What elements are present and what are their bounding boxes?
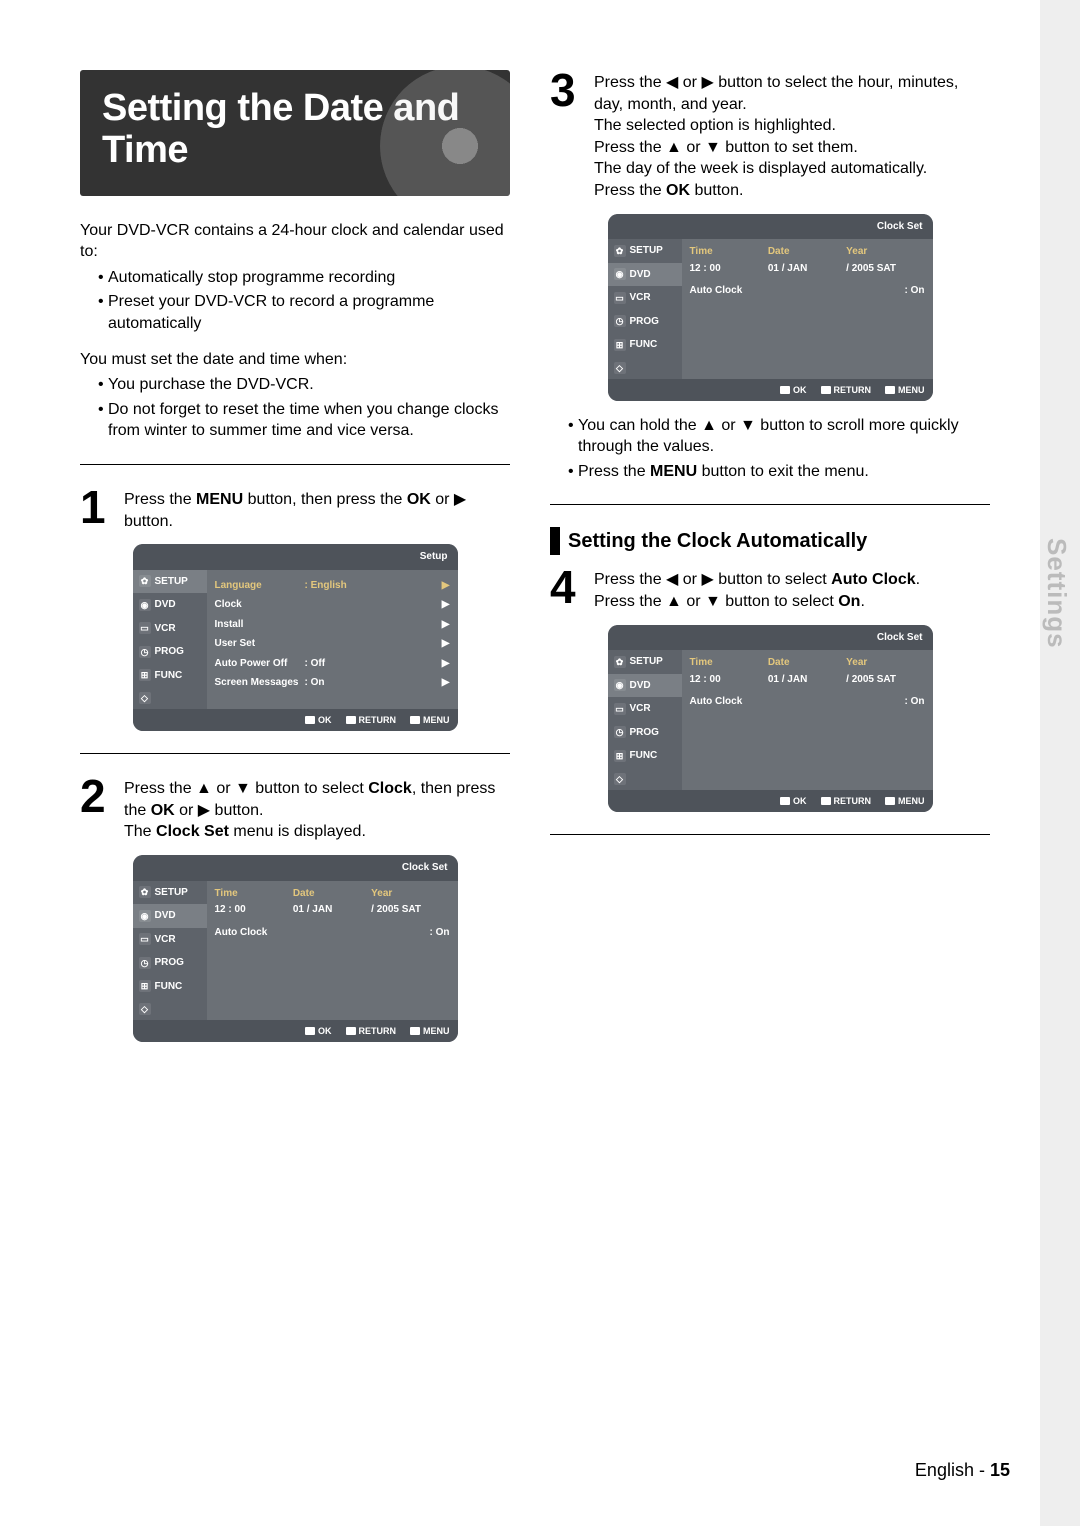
osd-tab-func: ⊞FUNC xyxy=(608,333,682,357)
separator xyxy=(80,753,510,754)
osd-tab-func: ⊞FUNC xyxy=(133,664,207,688)
osd-tab-prog: ◷PROG xyxy=(133,951,207,975)
osd-tab-vcr: ▭VCR xyxy=(608,697,682,721)
dvd-icon: ◉ xyxy=(139,599,151,611)
func-icon: ⊞ xyxy=(139,669,151,681)
step3-notes: You can hold the ▲ or ▼ button to scroll… xyxy=(550,415,990,483)
page-number: 15 xyxy=(990,1460,1010,1480)
osd-tab-dvd: ◉DVD xyxy=(133,904,207,928)
osd-tab-setup: ✿SETUP xyxy=(133,570,207,594)
dvd-icon: ◉ xyxy=(139,910,151,922)
step-text: Press the ◀ or ▶ button to select the ho… xyxy=(594,70,990,202)
intro-bullet: Preset your DVD-VCR to record a programm… xyxy=(98,291,510,334)
step-2: 2 Press the ▲ or ▼ button to select Cloc… xyxy=(80,776,510,843)
subheading-text: Setting the Clock Automatically xyxy=(568,528,867,555)
menu-button-icon xyxy=(410,1027,420,1035)
osd-tab-dvd: ◉DVD xyxy=(133,593,207,617)
clock-headers: Time Date Year xyxy=(215,887,450,904)
subheading: Setting the Clock Automatically xyxy=(550,527,990,555)
chevron-right-icon xyxy=(375,598,450,612)
osd-tab-blank: ◇ xyxy=(608,768,682,790)
chevron-right-icon xyxy=(375,657,450,671)
intro-text: Your DVD-VCR contains a 24-hour clock an… xyxy=(80,220,510,442)
osd-tab-blank: ◇ xyxy=(608,357,682,379)
return-button-icon xyxy=(346,1027,356,1035)
note-bullet: Press the MENU button to exit the menu. xyxy=(568,461,990,483)
intro-lead: Your DVD-VCR contains a 24-hour clock an… xyxy=(80,220,510,263)
step-text: Press the ▲ or ▼ button to select Clock,… xyxy=(124,776,510,843)
osd-clockset-screenshot: Clock Set ✿SETUP ◉DVD ▭VCR ◷PROG ⊞FUNC ◇… xyxy=(608,625,933,812)
osd-tab-vcr: ▭VCR xyxy=(608,286,682,310)
step-number: 4 xyxy=(550,567,584,612)
osd-tab-dvd: ◉DVD xyxy=(608,263,682,287)
osd-main: Language: English Clock Install User Set… xyxy=(207,570,458,710)
chevron-right-icon xyxy=(375,637,450,651)
ok-button-icon xyxy=(305,1027,315,1035)
step-3: 3 Press the ◀ or ▶ button to select the … xyxy=(550,70,990,202)
vcr-icon: ▭ xyxy=(139,622,151,634)
ok-button-icon xyxy=(305,716,315,724)
intro-bullet: You purchase the DVD-VCR. xyxy=(98,374,510,396)
osd-button-bar: OK RETURN MENU xyxy=(133,709,458,731)
left-column: Setting the Date and Time Your DVD-VCR c… xyxy=(80,70,510,1056)
step-4: 4 Press the ◀ or ▶ button to select Auto… xyxy=(550,567,990,612)
osd-tab-blank: ◇ xyxy=(133,687,207,709)
osd-tab-setup: ✿SETUP xyxy=(608,650,682,674)
right-column: 3 Press the ◀ or ▶ button to select the … xyxy=(550,70,990,1056)
intro-must: You must set the date and time when: xyxy=(80,349,510,371)
osd-tab-setup: ✿SETUP xyxy=(608,239,682,263)
osd-tab-func: ⊞FUNC xyxy=(133,975,207,999)
menu-button-icon xyxy=(410,716,420,724)
osd-setup-screenshot: Setup ✿SETUP ◉DVD ▭VCR ◷PROG ⊞FUNC ◇ Lan… xyxy=(133,544,458,731)
chevron-right-icon xyxy=(375,579,450,593)
step-text: Press the ◀ or ▶ button to select Auto C… xyxy=(594,567,990,612)
step-number: 3 xyxy=(550,70,584,202)
clock-icon: ◷ xyxy=(139,957,151,969)
step-text: Press the MENU button, then press the OK… xyxy=(124,487,510,532)
osd-tab-prog: ◷PROG xyxy=(608,310,682,334)
osd-clockset-screenshot: Clock Set ✿SETUP ◉DVD ▭VCR ◷PROG ⊞FUNC ◇… xyxy=(133,855,458,1042)
separator xyxy=(80,464,510,465)
clock-icon: ◷ xyxy=(139,646,151,658)
osd-sidebar: ✿SETUP ◉DVD ▭VCR ◷PROG ⊞FUNC ◇ xyxy=(133,570,207,710)
page-footer: English - 15 xyxy=(915,1458,1010,1482)
intro-bullet: Do not forget to reset the time when you… xyxy=(98,399,510,442)
clock-values: 12 : 00 01 / JAN / 2005 SAT xyxy=(215,903,450,917)
osd-tab-setup: ✿SETUP xyxy=(133,881,207,905)
footer-language: English xyxy=(915,1460,974,1480)
osd-tab-vcr: ▭VCR xyxy=(133,928,207,952)
chevron-right-icon xyxy=(375,618,450,632)
intro-bullet: Automatically stop programme recording xyxy=(98,267,510,289)
step-1: 1 Press the MENU button, then press the … xyxy=(80,487,510,532)
gear-icon: ✿ xyxy=(139,886,151,898)
step-number: 1 xyxy=(80,487,114,532)
osd-tab-vcr: ▭VCR xyxy=(133,617,207,641)
osd-tab-prog: ◷PROG xyxy=(608,721,682,745)
gear-icon: ✿ xyxy=(139,575,151,587)
separator xyxy=(550,834,990,835)
osd-tab-prog: ◷PROG xyxy=(133,640,207,664)
page-title-banner: Setting the Date and Time xyxy=(80,70,510,196)
osd-clockset-screenshot: Clock Set ✿SETUP ◉DVD ▭VCR ◷PROG ⊞FUNC ◇… xyxy=(608,214,933,401)
step-number: 2 xyxy=(80,776,114,843)
blank-icon: ◇ xyxy=(139,1003,151,1015)
osd-tab-blank: ◇ xyxy=(133,998,207,1020)
osd-tab-dvd: ◉DVD xyxy=(608,674,682,698)
func-icon: ⊞ xyxy=(139,980,151,992)
chevron-right-icon xyxy=(375,676,450,690)
separator xyxy=(550,504,990,505)
note-bullet: You can hold the ▲ or ▼ button to scroll… xyxy=(568,415,990,458)
blank-icon: ◇ xyxy=(139,692,151,704)
osd-title: Setup xyxy=(133,544,458,570)
osd-title: Clock Set xyxy=(133,855,458,881)
subheading-bar-icon xyxy=(550,527,560,555)
return-button-icon xyxy=(346,716,356,724)
osd-tab-func: ⊞FUNC xyxy=(608,744,682,768)
vcr-icon: ▭ xyxy=(139,933,151,945)
